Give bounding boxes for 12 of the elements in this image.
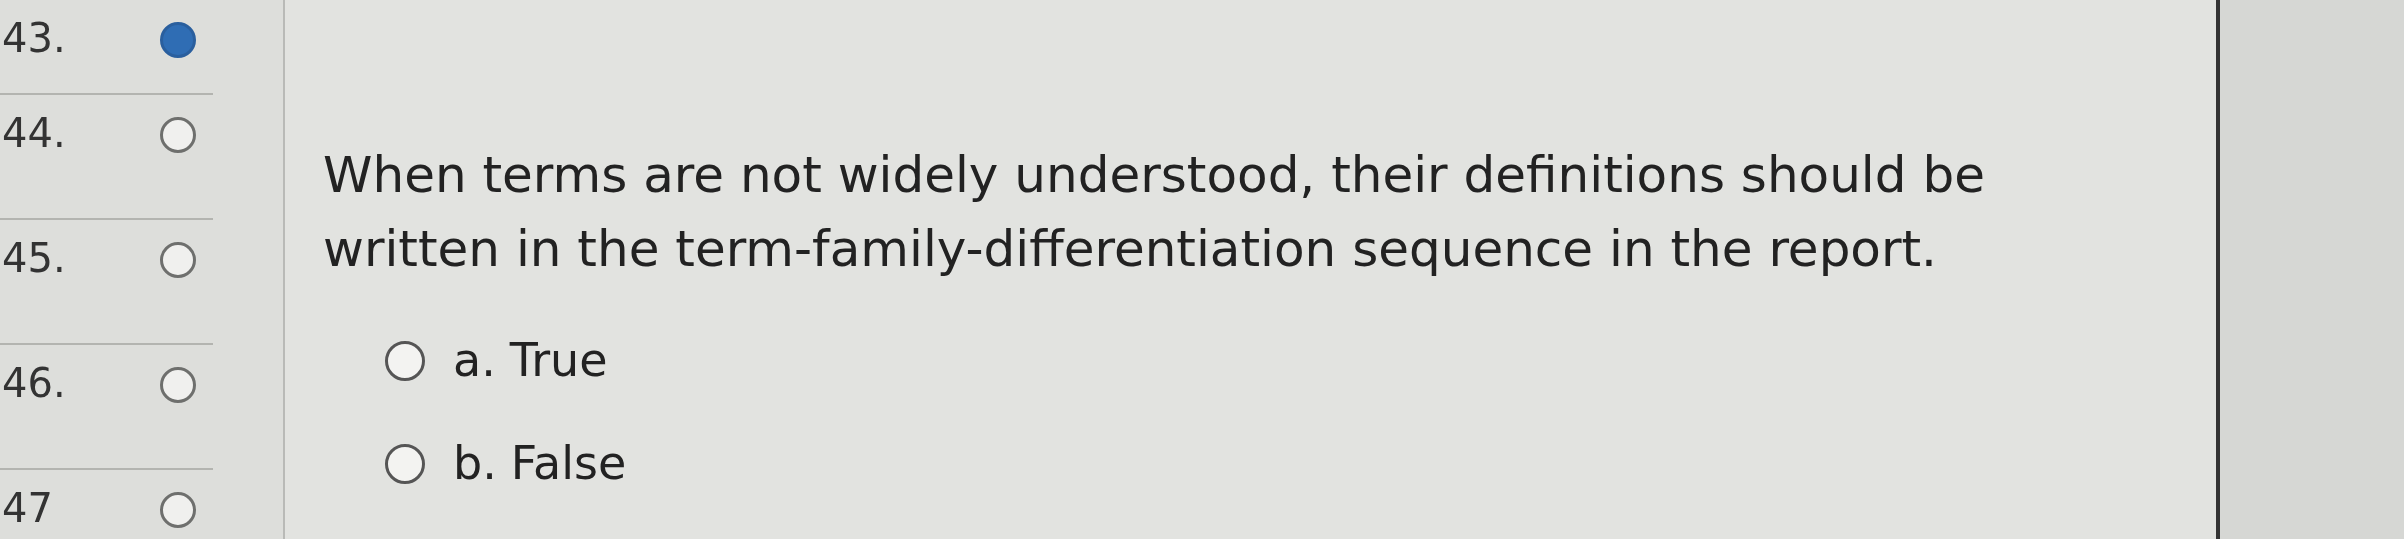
question-number[interactable]: 43.	[2, 0, 160, 68]
option-letter: b.	[453, 435, 497, 492]
option-label[interactable]: False	[510, 429, 627, 498]
question-text: When terms are not widely understood, their definitions should be written in the term-family-differentiation sequence in the report.	[323, 145, 1986, 280]
question-number[interactable]: 46.	[2, 345, 160, 413]
radio-button[interactable]	[385, 340, 425, 381]
question-number[interactable]: 44.	[2, 95, 160, 163]
radio-button[interactable]	[385, 443, 425, 484]
question-number[interactable]: 47	[2, 470, 160, 538]
option-label[interactable]: True	[509, 326, 608, 395]
question-number[interactable]: 45.	[2, 220, 160, 288]
option-letter: a.	[453, 332, 496, 389]
